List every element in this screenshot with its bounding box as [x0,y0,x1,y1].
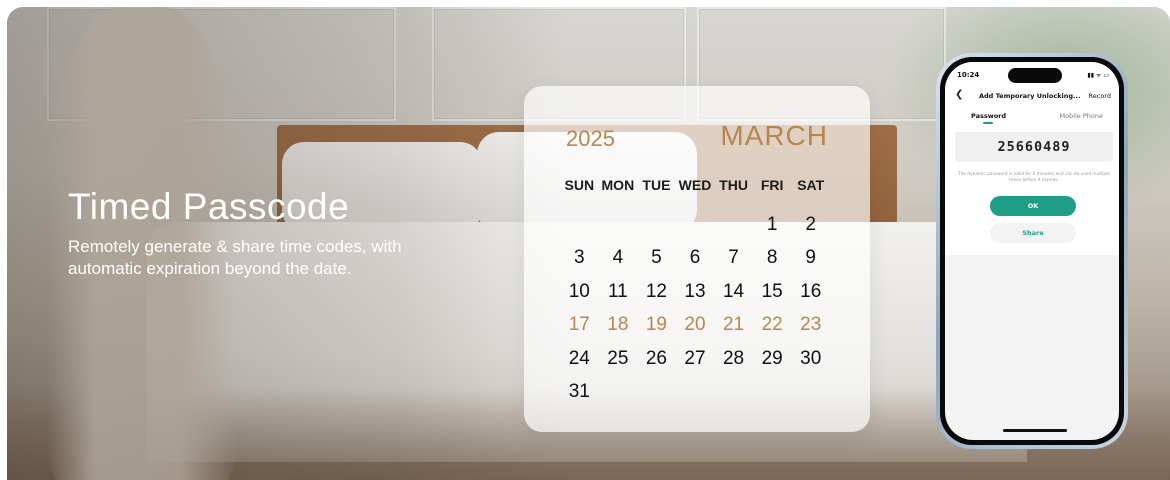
calendar-day: 17 [568,314,590,335]
calendar-day: 22 [761,314,783,335]
password-note: The dynamic password is valid for 5 minu… [958,172,1110,183]
hero-description: Remotely generate & share time codes, wi… [68,237,402,278]
calendar-day: 10 [568,280,590,302]
calendar-day: 25 [607,347,629,369]
calendar-day: 24 [568,347,590,369]
share-button[interactable]: Share [990,223,1076,243]
calendar-day: 16 [800,280,822,302]
calendar-empty-cell [599,208,638,242]
status-time: 10:24 [957,71,980,79]
calendar-day: 23 [800,314,822,335]
password-display: 25660489 [955,132,1113,162]
calendar-grid: SUN MON TUE WED THU FRI SAT 1 2 3 4 5 6 7 8 9 10 11 12 13 14… [560,174,830,409]
ok-button[interactable]: OK [990,196,1076,216]
dynamic-island [1008,68,1062,83]
calendar-empty-cell [637,208,676,242]
weekday-header: MON [601,177,635,193]
phone-mockup: 10:24 ▮▮ ᯤ ▭ ❮ Add Temporary Unlocking..… [936,53,1128,449]
calendar-day: 7 [728,247,739,268]
active-tab-indicator [983,122,993,124]
calendar-day: 2 [805,213,816,235]
calendar-day: 8 [766,247,778,268]
weekday-header: WED [678,177,712,193]
calendar-day: 11 [607,280,628,302]
nav-title: Add Temporary Unlocking... [979,92,1081,100]
calendar-day: 18 [607,314,629,335]
calendar-day: 4 [612,247,624,268]
phone-bezel: 10:24 ▮▮ ᯤ ▭ ❮ Add Temporary Unlocking..… [940,57,1124,445]
phone-screen: 10:24 ▮▮ ᯤ ▭ ❮ Add Temporary Unlocking..… [945,62,1119,440]
weekday-header: SUN [564,177,595,193]
calendar-day: 12 [645,280,667,302]
calendar-day: 26 [645,347,667,369]
calendar-month: MARCH [720,120,828,151]
calendar-day: 3 [573,247,585,268]
calendar-day: 27 [684,347,706,369]
status-icons: ▮▮ ᯤ ▭ [1087,72,1109,79]
calendar-day: 29 [761,347,783,369]
calendar-day: 15 [761,280,783,302]
chevron-left-icon[interactable]: ❮ [955,89,963,100]
tab-password[interactable]: Password [971,112,1006,120]
calendar-day: 6 [689,247,701,268]
calendar-day: 5 [651,247,662,268]
record-link[interactable]: Record [1089,92,1111,100]
calendar-day: 30 [800,347,822,369]
home-indicator [1003,429,1067,432]
calendar-empty-cell [714,208,753,242]
calendar-day: 14 [722,280,745,302]
weekday-header: FRI [760,177,784,193]
weekday-header: TUE [642,177,671,193]
calendar-day: 28 [722,347,745,369]
tab-mobile-phone[interactable]: Mobile Phone [1059,112,1103,120]
calendar-empty-cell [676,208,715,242]
calendar-card: 2025 MARCH SUN MON TUE WED THU FRI SAT 1 2 3 4 5 6 7 8… [524,86,870,432]
calendar-day: 31 [568,381,590,402]
calendar-day: 19 [645,314,667,335]
calendar-day: 13 [684,280,706,302]
calendar-day: 1 [766,213,778,235]
weekday-header: THU [719,177,748,193]
calendar-day: 21 [722,314,745,335]
hero-title: Timed Passcode [68,186,350,227]
weekday-header: SAT [797,177,825,193]
calendar-empty-cell [560,208,599,242]
calendar-year: 2025 [566,126,615,151]
calendar-day: 9 [805,247,816,268]
calendar-day: 20 [684,314,706,335]
